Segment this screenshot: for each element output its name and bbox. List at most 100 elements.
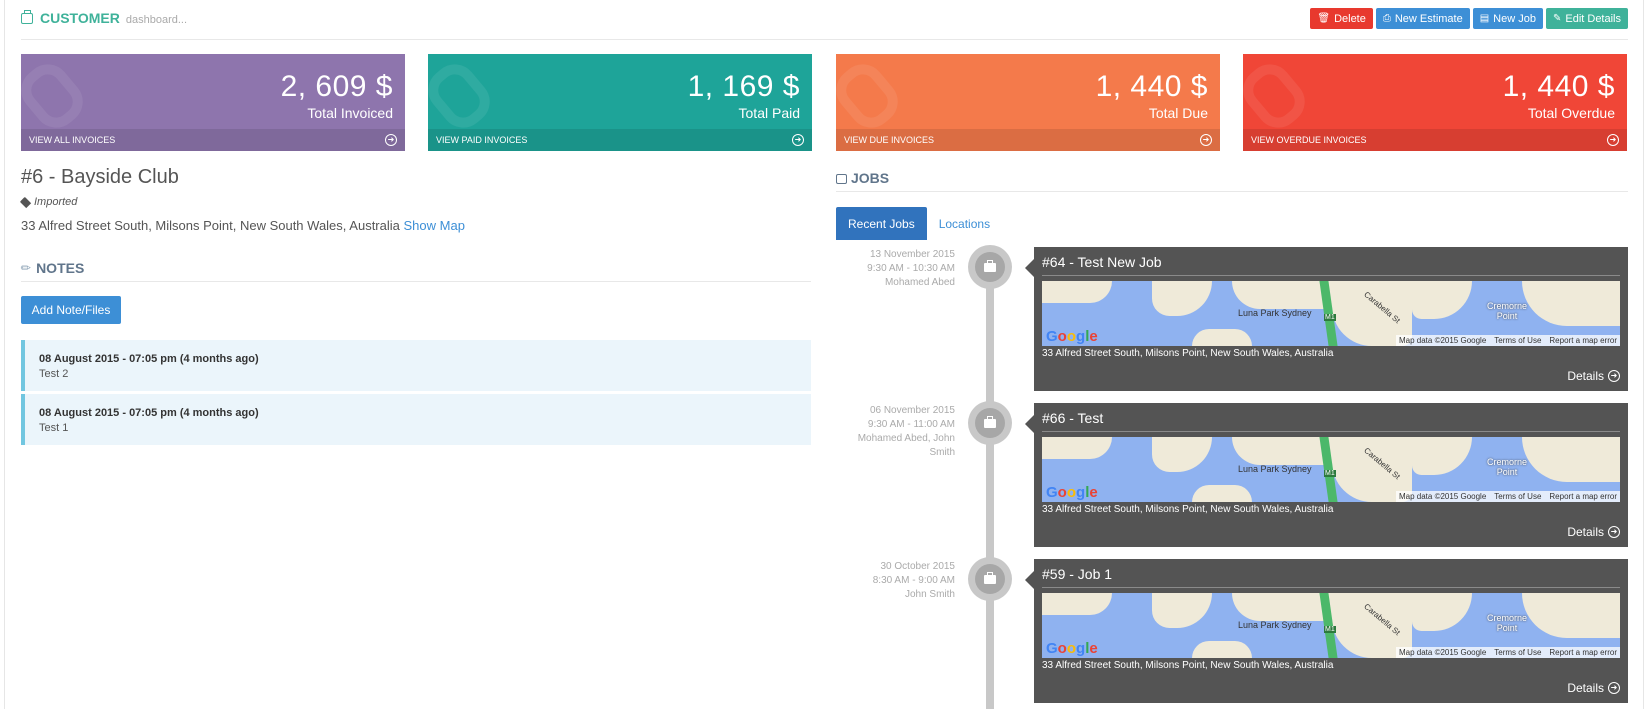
job-details-link[interactable]: Details ➜ (1567, 525, 1620, 539)
paperclip-icon (836, 55, 907, 137)
job-details-label: Details (1567, 369, 1604, 383)
tile-link-label: VIEW OVERDUE INVOICES (1251, 135, 1367, 145)
map-terms-link[interactable]: Terms of Use (1494, 336, 1541, 345)
timeline-node (968, 245, 1012, 289)
note-text: Test 2 (39, 368, 69, 380)
paperclip-icon (428, 55, 499, 137)
job-staff: Mohamed Abed (884, 277, 955, 288)
map-road-label: M1 (1324, 470, 1336, 477)
new-estimate-button[interactable]: ⎙ New Estimate (1375, 8, 1470, 29)
tile-value: 1, 440 $ (1502, 70, 1615, 103)
view-all-invoices-link[interactable]: VIEW ALL INVOICES ➜ (21, 129, 405, 151)
job-time: 9:30 AM - 10:30 AM (867, 263, 955, 274)
briefcase-icon (984, 572, 996, 584)
google-logo: Google (1046, 640, 1098, 657)
map-land (1152, 437, 1212, 472)
map-report-link[interactable]: Report a map error (1549, 648, 1617, 657)
view-overdue-invoices-link[interactable]: VIEW OVERDUE INVOICES ➜ (1243, 129, 1627, 151)
job-staff: John Smith (904, 589, 955, 600)
tile-link-label: VIEW PAID INVOICES (436, 135, 528, 145)
add-note-files-button[interactable]: Add Note/Files (21, 296, 121, 324)
trash-icon: 🗑 (1317, 13, 1331, 24)
map-data-credit: Map data ©2015 Google (1398, 336, 1487, 345)
map-terms-link[interactable]: Terms of Use (1494, 648, 1541, 657)
timeline-node-inner (975, 252, 1005, 282)
tile-link-label: VIEW DUE INVOICES (844, 135, 935, 145)
arrow-right-circle-icon: ➜ (1608, 682, 1620, 694)
map-land (1412, 437, 1472, 475)
job-map[interactable]: Luna Park Sydney Cremorne Point Carabell… (1042, 593, 1620, 658)
map-land (1152, 593, 1212, 628)
view-due-invoices-link[interactable]: VIEW DUE INVOICES ➜ (836, 129, 1220, 151)
tile-value: 1, 169 $ (687, 70, 800, 103)
paperclip-icon (1243, 55, 1314, 137)
briefcase-icon (21, 10, 33, 24)
map-point-label: Cremorne Point (1487, 301, 1528, 321)
google-logo: Google (1046, 484, 1098, 501)
job-title[interactable]: #66 - Test (1042, 410, 1620, 432)
arrow-right-circle-icon: ➜ (792, 134, 804, 146)
delete-button[interactable]: 🗑 Delete (1310, 8, 1373, 29)
edit-details-button[interactable]: ✎ Edit Details (1545, 8, 1628, 29)
map-land (1192, 329, 1252, 346)
tab-recent-jobs[interactable]: Recent Jobs (836, 207, 927, 240)
page-subtitle: dashboard... (125, 14, 188, 26)
total-overdue-tile: 1, 440 $ Total Overdue VIEW OVERDUE INVO… (1243, 54, 1627, 151)
show-map-link[interactable]: Show Map (404, 218, 465, 233)
total-paid-tile: 1, 169 $ Total Paid VIEW PAID INVOICES ➜ (428, 54, 812, 151)
note-item: 08 August 2015 - 07:05 pm (4 months ago)… (21, 394, 811, 445)
tile-label: Total Invoiced (307, 105, 393, 121)
map-report-link[interactable]: Report a map error (1549, 492, 1617, 501)
job-map[interactable]: Luna Park Sydney Cremorne Point Carabell… (1042, 437, 1620, 502)
note-text: Test 1 (39, 422, 69, 434)
arrow-right-circle-icon: ➜ (385, 134, 397, 146)
timeline-node-inner (975, 564, 1005, 594)
page-title: CUSTOMER dashboard... (21, 10, 187, 26)
map-point-label: Cremorne Point (1487, 613, 1528, 633)
new-job-button[interactable]: ▤ New Job (1472, 8, 1543, 29)
tile-label: Total Overdue (1527, 105, 1615, 121)
map-report-link[interactable]: Report a map error (1549, 336, 1617, 345)
timeline-node (968, 401, 1012, 445)
tag-icon (19, 196, 32, 208)
map-point-label: Cremorne Point (1487, 457, 1528, 477)
map-credits: Map data ©2015 Google Terms of Use Repor… (1395, 335, 1620, 346)
view-paid-invoices-link[interactable]: VIEW PAID INVOICES ➜ (428, 129, 812, 151)
job-meta: 06 November 2015 9:30 AM - 11:00 AM Moha… (835, 404, 955, 460)
map-data-credit: Map data ©2015 Google (1398, 492, 1487, 501)
map-road-label: M1 (1324, 626, 1336, 633)
paperclip-icon: ✎ (17, 259, 35, 277)
job-date: 06 November 2015 (869, 405, 955, 416)
note-item: 08 August 2015 - 07:05 pm (4 months ago)… (21, 340, 811, 391)
page-right-border (1643, 0, 1644, 709)
arrow-right-circle-icon: ➜ (1608, 526, 1620, 538)
job-details-label: Details (1567, 681, 1604, 695)
job-title[interactable]: #64 - Test New Job (1042, 254, 1620, 276)
jobs-section-header: JOBS (836, 164, 1628, 192)
print-icon: ⎙ (1382, 13, 1391, 24)
job-time: 8:30 AM - 9:00 AM (872, 575, 955, 586)
job-card: #59 - Job 1 Luna Park Sydney Cremorne Po… (1025, 559, 1628, 703)
header-actions: 🗑 Delete ⎙ New Estimate ▤ New Job ✎ Edit… (1310, 8, 1628, 29)
briefcase-icon (984, 260, 996, 272)
pencil-icon: ✎ (1552, 13, 1562, 24)
job-map[interactable]: Luna Park Sydney Cremorne Point Carabell… (1042, 281, 1620, 346)
tab-locations[interactable]: Locations (927, 207, 1002, 240)
note-date: 08 August 2015 - 07:05 pm (4 months ago) (39, 407, 259, 419)
briefcase-icon (836, 173, 847, 184)
jobs-title: JOBS (851, 169, 890, 186)
job-title[interactable]: #59 - Job 1 (1042, 566, 1620, 588)
job-details-link[interactable]: Details ➜ (1567, 369, 1620, 383)
new-job-button-label: New Job (1493, 12, 1536, 25)
job-address: 33 Alfred Street South, Milsons Point, N… (1042, 660, 1334, 671)
map-terms-link[interactable]: Terms of Use (1494, 492, 1541, 501)
map-place-label: Luna Park Sydney (1238, 464, 1312, 474)
job-details-label: Details (1567, 525, 1604, 539)
timeline-node-inner (975, 408, 1005, 438)
map-land (1192, 641, 1252, 658)
tile-label: Total Due (1148, 105, 1208, 121)
job-details-link[interactable]: Details ➜ (1567, 681, 1620, 695)
customer-tag-label: Imported (34, 196, 78, 208)
edit-details-button-label: Edit Details (1565, 12, 1621, 25)
note-date: 08 August 2015 - 07:05 pm (4 months ago) (39, 353, 259, 365)
